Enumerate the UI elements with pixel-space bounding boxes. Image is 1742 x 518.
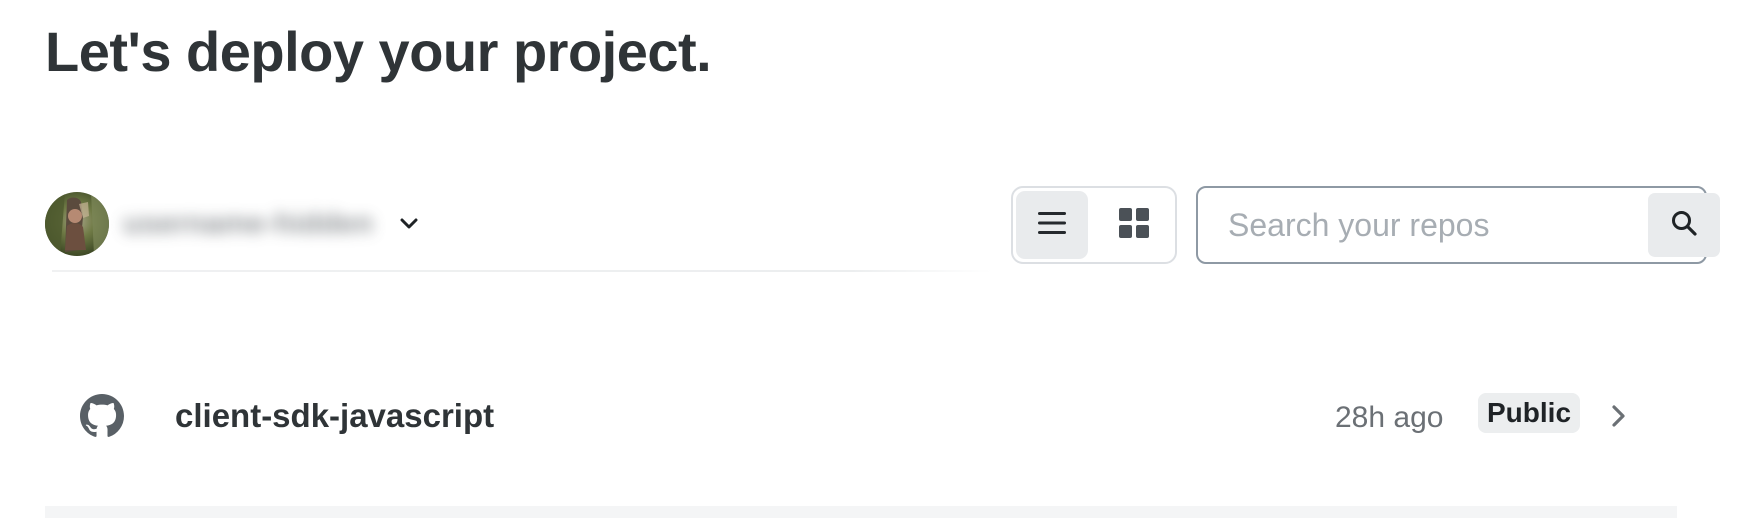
view-toggle [1011,186,1177,264]
search-button[interactable] [1648,193,1720,257]
account-divider [52,270,992,272]
visibility-badge: Public [1478,393,1581,433]
list-view-button[interactable] [1016,191,1088,259]
search-icon [1669,208,1699,243]
grid-icon [1117,206,1151,245]
avatar [45,192,109,256]
list-icon [1035,209,1069,242]
repo-row[interactable]: client-sdk-javascript 28h ago Public [45,366,1677,466]
repo-updated-time: 28h ago [1335,401,1444,434]
search-input[interactable] [1198,188,1648,262]
list-bottom-divider [45,506,1677,518]
repo-name: client-sdk-javascript [175,397,495,434]
account-name: username-hidden [123,207,374,240]
chevron-down-icon[interactable] [398,213,420,235]
chevron-right-icon[interactable] [1608,402,1630,430]
account-selector[interactable]: username-hidden [45,192,420,256]
github-icon [80,394,124,438]
page-title: Let's deploy your project. [45,20,712,83]
grid-view-button[interactable] [1098,191,1170,259]
deploy-page: Let's deploy your project. username-hidd… [0,0,1742,518]
search-box [1196,186,1720,264]
